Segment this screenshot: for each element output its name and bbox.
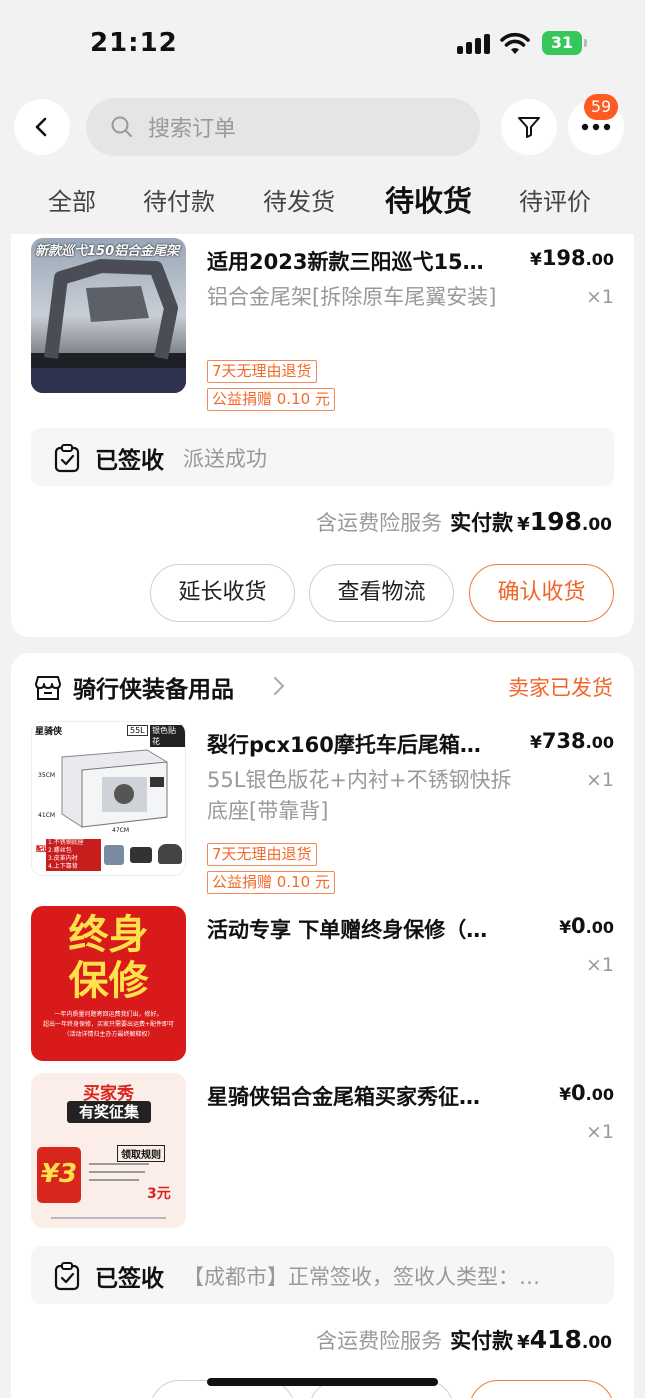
delivery-status-detail: 【成都市】正常签收，签收人类型：… (183, 1265, 540, 1289)
order-item[interactable]: 买家秀 有奖征集 领取规则 ¥3 3元 星骑侠铝合金尾箱买家秀征… ¥0.00 … (31, 1073, 614, 1233)
product-quantity: ×1 (585, 286, 614, 308)
product-price: ¥738.00 (529, 729, 614, 753)
battery-icon: 31 (542, 31, 588, 55)
product-title: 适用2023新款三阳巡弋15… (207, 250, 484, 274)
gift-list: 1.不锈钢底座 2.螺丝包 3.皮革内衬 4.上下靠背 (46, 839, 101, 871)
delivery-status-title: 已签收 (95, 1266, 164, 1292)
filter-button[interactable] (501, 99, 557, 155)
product-spec: 55L银色版花+内衬+不锈钢快拆底座[带靠背] (207, 768, 512, 823)
store-icon (35, 676, 61, 700)
order-list[interactable]: 新款巡弋150铝合金尾架 适用2023新款三阳巡弋15… ¥198.00 铝合金… (0, 234, 645, 1398)
product-spec: 铝合金尾架[拆除原车尾翼安装] (207, 285, 497, 309)
status-bar: 21:12 31 (0, 0, 645, 90)
product-image: 买家秀 有奖征集 领取规则 ¥3 3元 (31, 1073, 186, 1228)
shop-header[interactable]: 骑行侠装备用品 卖家已发货 (33, 668, 613, 708)
paid-amount: 418 (529, 1325, 582, 1354)
insurance-service-label: 含运费险服务 (316, 511, 443, 535)
charity-tag: 公益捐赠 0.10 元 (207, 871, 335, 894)
cellular-signal-icon (457, 34, 491, 54)
buyer-show-subtitle: 有奖征集 (67, 1101, 151, 1123)
order-card: 骑行侠装备用品 卖家已发货 星骑侠 55L 银色贴花 35CM 41CM 47C… (11, 653, 634, 1398)
shop-name: 骑行侠装备用品 (73, 677, 234, 703)
product-price: ¥0.00 (559, 914, 614, 938)
order-item[interactable]: 新款巡弋150铝合金尾架 适用2023新款三阳巡弋15… ¥198.00 铝合金… (31, 238, 614, 411)
reward-caption: 3元 (147, 1186, 171, 1202)
search-input[interactable]: 搜索订单 (86, 98, 480, 156)
product-quantity: ×1 (585, 1121, 614, 1143)
filter-icon (518, 117, 540, 138)
extend-receipt-button[interactable]: 延长收货 (150, 564, 295, 622)
return-policy-tag: 7天无理由退货 (207, 360, 317, 383)
product-title: 裂行pcx160摩托车后尾箱… (207, 733, 481, 757)
product-image: 终身 保修 一年内质量问题寄回运费我们出，修好。 超出一年终身保修，买家只需要出… (31, 906, 186, 1061)
return-policy-tag: 7天无理由退货 (207, 843, 317, 866)
delivery-status-detail: 派送成功 (183, 447, 267, 471)
product-quantity: ×1 (585, 954, 614, 976)
height-caption: 35CM (38, 772, 56, 779)
clipboard-check-icon (54, 1262, 80, 1291)
order-action-button[interactable] (469, 1380, 614, 1398)
tab-all[interactable]: 全部 (48, 182, 96, 217)
delivery-status[interactable]: 已签收 【成都市】正常签收，签收人类型：… (31, 1246, 614, 1304)
clipboard-check-icon (54, 444, 80, 473)
header: 搜索订单 59 全部 待付款 待发货 待收货 待评价 (0, 90, 645, 230)
order-total: 含运费险服务 实付款 ¥198.00 (316, 507, 612, 536)
product-price: ¥0.00 (559, 1081, 614, 1105)
tab-pending-payment[interactable]: 待付款 (143, 182, 215, 217)
more-dots-icon (581, 123, 611, 131)
insurance-service-label: 含运费险服务 (316, 1329, 443, 1353)
clock: 21:12 (90, 28, 178, 58)
order-tabs: 全部 待付款 待发货 待收货 待评价 (0, 182, 645, 226)
tab-pending-receipt[interactable]: 待收货 (385, 178, 472, 220)
red-envelope: ¥3 (37, 1147, 81, 1203)
product-quantity: ×1 (585, 769, 614, 791)
tail-rack-illustration (31, 259, 186, 393)
back-button[interactable] (14, 99, 70, 155)
product-image: 新款巡弋150铝合金尾架 (31, 238, 186, 393)
view-logistics-button[interactable]: 查看物流 (309, 564, 454, 622)
order-item[interactable]: 星骑侠 55L 银色贴花 35CM 41CM 47CM 配送 1.不锈钢底座 2… (31, 721, 614, 894)
rules-caption: 领取规则 (117, 1145, 165, 1162)
delivery-status-title: 已签收 (95, 448, 164, 474)
battery-level: 31 (542, 31, 582, 55)
paid-label: 实付款 (450, 511, 514, 535)
message-badge: 59 (584, 94, 618, 120)
product-image: 星骑侠 55L 银色贴花 35CM 41CM 47CM 配送 1.不锈钢底座 2… (31, 721, 186, 876)
tab-pending-shipment[interactable]: 待发货 (263, 182, 335, 217)
chevron-right-icon (274, 677, 285, 695)
depth-caption: 41CM (38, 812, 56, 819)
order-item[interactable]: 终身 保修 一年内质量问题寄回运费我们出，修好。 超出一年终身保修，买家只需要出… (31, 906, 614, 1066)
product-price: ¥198.00 (529, 246, 614, 270)
confirm-receipt-button[interactable]: 确认收货 (469, 564, 614, 622)
home-indicator[interactable] (207, 1378, 438, 1386)
width-caption: 47CM (112, 827, 130, 834)
paid-label: 实付款 (450, 1329, 514, 1353)
search-icon (111, 116, 132, 137)
product-image-caption: 新款巡弋150铝合金尾架 (35, 244, 180, 259)
search-placeholder: 搜索订单 (148, 117, 237, 142)
order-total: 含运费险服务 实付款 ¥418.00 (316, 1325, 612, 1354)
chevron-left-icon (35, 117, 47, 137)
shop-order-state: 卖家已发货 (508, 676, 613, 700)
warranty-terms: 一年内质量问题寄回运费我们出，修好。 超出一年终身保修，买家只需要出运费+配件即… (42, 1011, 175, 1038)
paid-amount: 198 (529, 507, 582, 536)
delivery-status[interactable]: 已签收 派送成功 (31, 428, 614, 486)
wifi-icon (500, 32, 530, 54)
tab-pending-review[interactable]: 待评价 (519, 182, 591, 217)
order-card: 新款巡弋150铝合金尾架 适用2023新款三阳巡弋15… ¥198.00 铝合金… (11, 234, 634, 637)
charity-tag: 公益捐赠 0.10 元 (207, 388, 335, 411)
product-title: 活动专享 下单赠终身保修（… (207, 918, 488, 942)
product-title: 星骑侠铝合金尾箱买家秀征… (207, 1085, 480, 1109)
warranty-title: 终身 保修 (68, 912, 149, 1004)
